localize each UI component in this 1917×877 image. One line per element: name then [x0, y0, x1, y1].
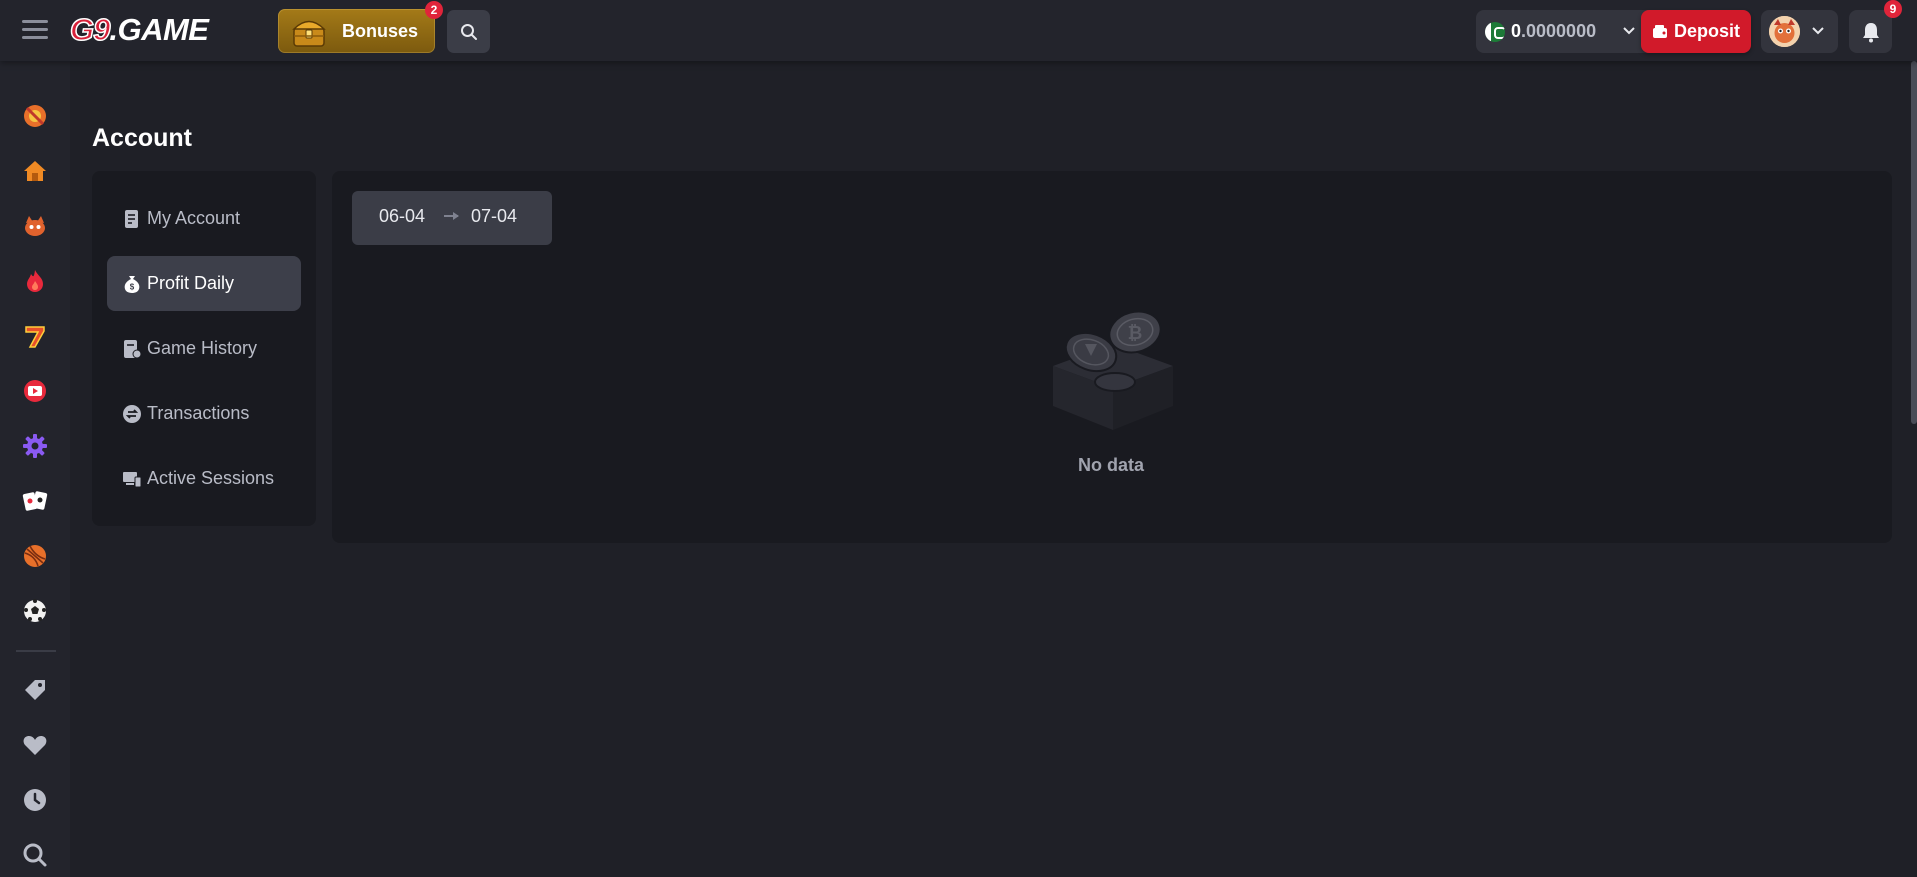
menu-item-profit-daily[interactable]: $ Profit Daily [107, 256, 301, 311]
menu-item-transactions[interactable]: Transactions [107, 386, 301, 441]
heart-icon[interactable] [22, 732, 48, 758]
deposit-button[interactable]: Deposit [1641, 10, 1751, 53]
deposit-label: Deposit [1673, 21, 1740, 41]
menu-item-label: Profit Daily [147, 273, 235, 293]
ball-icon[interactable] [22, 543, 48, 569]
promo-icon[interactable] [22, 103, 48, 129]
wallet-icon [1652, 24, 1667, 38]
search-button[interactable] [447, 10, 490, 53]
bonuses-button[interactable]: Bonuses [278, 9, 435, 53]
empty-state-text: No data [1077, 455, 1144, 475]
balance-selector[interactable]: 0.0000000 [1476, 10, 1648, 53]
date-start[interactable]: 06-04 [379, 206, 425, 227]
logo-g9-text: G9 [69, 11, 111, 48]
notifications-button[interactable] [1849, 10, 1892, 53]
exchange-icon [123, 405, 141, 423]
bonuses-count-badge: 2 [425, 1, 443, 19]
account-side-menu: My Account $ Profit Daily Game History T… [92, 171, 316, 526]
left-icon-rail [0, 61, 70, 877]
fire-icon[interactable] [22, 268, 48, 294]
menu-item-label: Transactions [147, 403, 250, 423]
menu-item-label: Game History [147, 338, 258, 358]
profile-menu-button[interactable] [1761, 10, 1838, 53]
menu-item-label: Active Sessions [147, 468, 275, 488]
bonuses-label: Bonuses [342, 21, 419, 41]
cards-icon[interactable] [22, 488, 48, 514]
page-title: Account [92, 124, 192, 152]
soccer-icon[interactable] [22, 598, 48, 624]
search-icon [460, 23, 477, 40]
menu-item-label: My Account [147, 208, 241, 228]
rail-divider [16, 650, 56, 652]
logo-game-text: .GAME [109, 12, 209, 47]
top-bar: G9 .GAME Bonuses 2 0.0000000 Deposit 9 [0, 0, 1917, 61]
document-icon [125, 210, 138, 228]
fox-icon[interactable] [22, 213, 48, 239]
search-icon[interactable] [22, 842, 48, 868]
tag-icon[interactable] [22, 677, 48, 703]
currency-flag-icon [1485, 22, 1505, 42]
devices-icon [123, 472, 142, 488]
live-icon[interactable] [22, 378, 48, 404]
svg-text:$: $ [130, 283, 135, 292]
money-bag-icon: $ [124, 276, 140, 293]
avatar [1769, 16, 1800, 47]
home-icon[interactable] [22, 158, 48, 184]
menu-item-active-sessions[interactable]: Active Sessions [107, 451, 301, 506]
history-icon [124, 340, 142, 359]
bell-icon [1862, 22, 1879, 42]
chevron-down-icon [1812, 27, 1824, 35]
svg-text:₿: ₿ [1128, 323, 1143, 343]
notifications-count-badge: 9 [1884, 0, 1902, 18]
date-end[interactable]: 07-04 [471, 206, 517, 227]
clock-icon[interactable] [22, 787, 48, 813]
menu-item-my-account[interactable]: My Account [107, 191, 301, 246]
balance-amount: 0.0000000 [1511, 21, 1597, 41]
arrow-right-icon [444, 212, 459, 220]
chevron-down-icon [1623, 27, 1635, 35]
gear-icon[interactable] [22, 433, 48, 459]
seven-icon[interactable] [22, 323, 48, 349]
date-range-picker[interactable]: 06-04 07-04 [352, 191, 552, 245]
menu-item-game-history[interactable]: Game History [107, 321, 301, 376]
menu-hamburger-icon[interactable] [22, 20, 48, 40]
page-scrollbar[interactable] [1911, 61, 1917, 424]
site-logo[interactable]: G9 .GAME [69, 11, 209, 48]
empty-box-icon: ₿ [1053, 310, 1173, 430]
treasure-chest-icon [292, 20, 326, 47]
